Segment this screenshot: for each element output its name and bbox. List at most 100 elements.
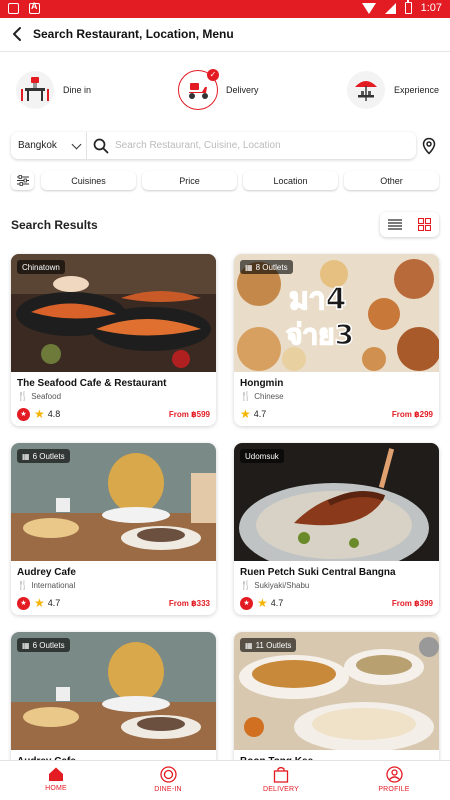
view-toggle: [380, 212, 439, 237]
cuisine-text: International: [31, 581, 76, 590]
filter-price[interactable]: Price: [142, 171, 237, 190]
tag-text: 6 Outlets: [32, 451, 65, 461]
home-icon: [49, 767, 63, 781]
promo-line-2: จ่าย3: [286, 318, 354, 351]
category-label: Dine in: [63, 85, 92, 95]
grid-view-button[interactable]: [410, 212, 440, 237]
status-time: 1:07: [420, 2, 442, 14]
cuisine-row: 🍴 Chinese: [240, 391, 284, 402]
header: Search Restaurant, Location, Menu: [0, 18, 450, 52]
category-label: Experience: [394, 85, 440, 95]
nav-label: DINE-IN: [154, 786, 182, 793]
grid-icon: [417, 218, 431, 231]
outlets-tag: ▦ 6 Outlets: [17, 638, 70, 652]
filter-cuisines[interactable]: Cuisines: [41, 171, 136, 190]
filter-other[interactable]: Other: [344, 171, 439, 190]
list-view-button[interactable]: [380, 212, 410, 237]
location-tag: Chinatown: [17, 260, 65, 274]
location-pin-icon[interactable]: [420, 137, 438, 155]
category-dine-in[interactable]: Dine in: [15, 68, 91, 112]
tag-text: Udomsuk: [245, 451, 279, 461]
sliders-icon: [16, 175, 29, 186]
outlets-tag: ▦ 11 Outlets: [240, 638, 297, 652]
hungry-hub-badge-icon: ★: [17, 596, 30, 610]
fork-knife-icon: 🍴: [17, 391, 29, 401]
category-experience[interactable]: Experience: [346, 68, 439, 112]
restaurant-photo: ▦ 11 Outlets: [234, 632, 439, 750]
filter-location[interactable]: Location: [243, 171, 338, 190]
search-icon: [93, 138, 109, 153]
profile-icon: [385, 766, 403, 783]
outlets-tag: ▦ 6 Outlets: [17, 449, 70, 463]
restaurant-photo: มา4 จ่าย3 ▦ 8 Outlets: [234, 254, 439, 372]
building-icon: ▦: [22, 640, 30, 650]
restaurant-photo: ▦ 6 Outlets: [11, 443, 216, 561]
rating-value: 4.8: [47, 409, 61, 419]
list-icon: [387, 219, 402, 230]
fork-knife-icon: 🍴: [240, 391, 252, 401]
price-text: From ฿299: [391, 409, 433, 419]
rating-value: 4.7: [253, 409, 267, 419]
nav-dine-in[interactable]: DINE-IN: [112, 761, 224, 800]
restaurant-card[interactable]: Udomsuk Ruen Petch Suki Central Bangna 🍴…: [234, 443, 439, 615]
nav-label: HOME: [45, 785, 67, 792]
tag-text: 8 Outlets: [255, 262, 288, 272]
battery-icon: [404, 0, 412, 14]
bottom-navigation: HOME DINE-IN DELIVERY PROFILE: [0, 760, 450, 800]
nav-home[interactable]: HOME: [0, 761, 112, 800]
category-label: Delivery: [226, 85, 259, 95]
search-bar: Bangkok: [11, 132, 416, 159]
results-title: Search Results: [11, 218, 98, 232]
star-icon: ★: [257, 596, 268, 610]
tag-text: 11 Outlets: [255, 640, 292, 650]
filter-settings-button[interactable]: [11, 171, 34, 190]
experience-umbrella-icon: [346, 70, 386, 110]
city-value: Bangkok: [18, 140, 57, 151]
dine-in-icon: [159, 766, 177, 783]
status-bar: 1:07: [0, 0, 450, 18]
hungry-hub-badge-icon: ★: [17, 407, 30, 421]
delivery-scooter-icon: ✓: [178, 69, 219, 110]
location-tag: Udomsuk: [240, 449, 284, 463]
cuisine-row: 🍴 Seafood: [17, 391, 61, 402]
search-input[interactable]: [115, 140, 415, 151]
nav-profile[interactable]: PROFILE: [338, 761, 450, 800]
back-arrow-icon[interactable]: [9, 25, 27, 43]
star-icon: ★: [240, 407, 251, 421]
restaurant-card[interactable]: มา4 จ่าย3 ▦ 8 Outlets Hongmin 🍴 Chinese …: [234, 254, 439, 426]
tag-text: Chinatown: [22, 262, 60, 272]
star-icon: ★: [34, 407, 45, 421]
restaurant-photo: Chinatown: [11, 254, 216, 372]
dine-in-table-icon: [15, 70, 55, 110]
cuisine-text: Seafood: [31, 392, 62, 401]
chevron-down-icon: [71, 139, 82, 150]
restaurant-photo: ▦ 6 Outlets: [11, 632, 216, 750]
restaurant-card[interactable]: ▦ 6 Outlets Audrey Cafe 🍴 International …: [11, 443, 216, 615]
cuisine-text: Sukiyaki/Shabu: [254, 581, 310, 590]
signal-icon: [384, 2, 396, 14]
restaurant-name: Ruen Petch Suki Central Bangna: [240, 567, 396, 578]
building-icon: ▦: [22, 451, 30, 461]
card-footer: ★ ★ 4.7 From ฿399: [240, 596, 433, 610]
restaurant-name: The Seafood Cafe & Restaurant: [17, 378, 167, 389]
restaurant-name: Audrey Cafe: [17, 567, 76, 578]
app-notification-icon: [29, 1, 40, 14]
price-text: From ฿399: [391, 598, 433, 608]
nav-delivery[interactable]: DELIVERY: [225, 761, 337, 800]
city-select[interactable]: Bangkok: [11, 132, 87, 159]
fork-knife-icon: 🍴: [17, 580, 29, 590]
tag-text: 6 Outlets: [32, 640, 65, 650]
rating-value: 4.7: [270, 598, 284, 608]
category-delivery[interactable]: ✓ Delivery: [178, 68, 259, 112]
cuisine-row: 🍴 International: [17, 580, 75, 591]
selected-check-icon: ✓: [207, 69, 219, 81]
price-text: From ฿599: [168, 409, 210, 419]
card-footer: ★ 4.7 From ฿299: [240, 407, 433, 421]
nav-label: PROFILE: [378, 786, 410, 793]
price-text: From ฿333: [168, 598, 210, 608]
rating-value: 4.7: [47, 598, 61, 608]
gallery-notification-icon: [8, 3, 19, 14]
outlets-tag: ▦ 8 Outlets: [240, 260, 293, 274]
building-icon: ▦: [245, 640, 253, 650]
restaurant-card[interactable]: Chinatown The Seafood Cafe & Restaurant …: [11, 254, 216, 426]
